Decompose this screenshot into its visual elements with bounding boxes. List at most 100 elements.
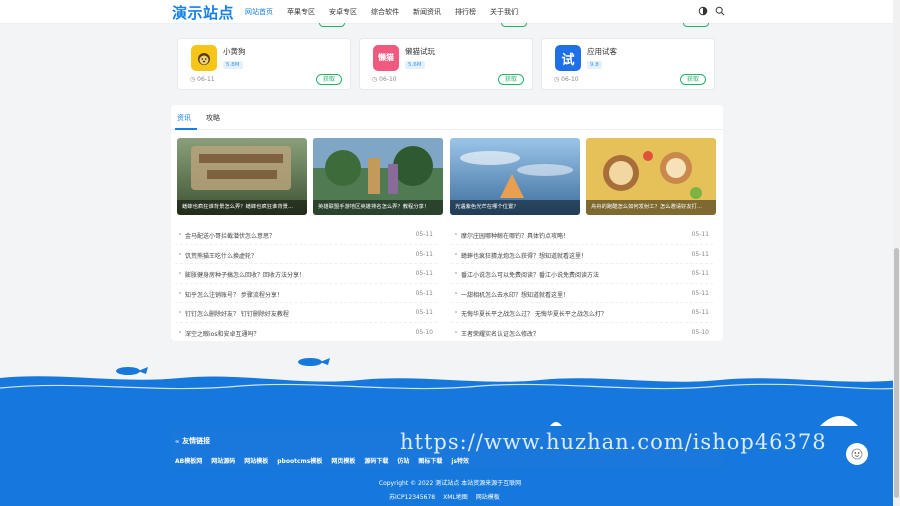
list-item[interactable]: 摩尔庄园哪种鲸在哪钓？具体钓点攻略！ 05-11 (451, 225, 713, 245)
news-date: 05-11 (691, 309, 709, 316)
friend-link[interactable]: 网站模板 (244, 456, 268, 465)
list-item[interactable]: 金马配送小哥拦截潜伏怎么意思？ 05-11 (175, 225, 437, 245)
theme-toggle-icon[interactable] (698, 6, 708, 16)
nav-item-android[interactable]: 安卓专区 (329, 7, 357, 17)
list-item[interactable]: 钉钉怎么删除好友？ 钉钉删除好友教程 05-11 (175, 303, 437, 323)
bullet-icon (455, 291, 457, 294)
nav-item-about[interactable]: 关于我们 (490, 7, 518, 17)
dog-icon (198, 53, 210, 65)
featured-caption: 英雄联盟手游地区英雄排名怎么弄？教程分享！ (313, 200, 443, 215)
news-title[interactable]: 摩尔庄园哪种鲸在哪钓？具体钓点攻略！ (461, 231, 569, 240)
list-item[interactable]: 番江小说怎么可以免费阅读？番江小说免费阅读方法 05-11 (451, 264, 713, 284)
featured-article[interactable]: 英雄联盟手游地区英雄排名怎么弄？教程分享！ (313, 138, 443, 215)
friend-link[interactable]: 网页模板 (331, 456, 355, 465)
news-title[interactable]: 番江小说怎么可以免费阅读？番江小说免费阅读方法 (461, 270, 599, 279)
news-date: 05-11 (691, 289, 709, 297)
app-icon: 试 (555, 45, 581, 71)
list-item[interactable]: 饥荒熊猫王吃什么换虚轮？ 05-11 (175, 245, 437, 264)
download-button-stub[interactable] (319, 23, 345, 27)
app-date-text: 06-10 (561, 76, 579, 83)
friend-link[interactable]: 图标下载 (418, 456, 442, 465)
news-title[interactable]: 无悔华夏长平之战怎么过？ 无悔华夏长平之战怎么打？ (461, 309, 607, 318)
news-date: 05-11 (691, 270, 709, 277)
list-item[interactable]: 无悔华夏长平之战怎么过？ 无悔华夏长平之战怎么打？ 05-11 (451, 303, 713, 323)
nav-item-software[interactable]: 综合软件 (371, 7, 399, 17)
app-date-text: 06-10 (379, 76, 397, 83)
news-date: 05-11 (415, 309, 433, 316)
download-button[interactable]: 获取 (498, 74, 524, 85)
app-card[interactable]: 小黄狗 5.8M ◷ 06-11 获取 (177, 38, 351, 90)
friend-link[interactable]: pbootcms模板 (277, 456, 322, 465)
bullet-icon (455, 311, 457, 313)
bullet-icon (179, 291, 181, 294)
download-button[interactable]: 获取 (680, 74, 706, 85)
news-date: 05-11 (415, 231, 433, 238)
link-icon: ∞ (175, 439, 180, 445)
news-title[interactable]: 知乎怎么注销账号？ 步骤流程分享！ (185, 290, 283, 299)
mascot-icon (851, 448, 863, 460)
app-name[interactable]: 懒猫试玩 (405, 46, 435, 57)
tab-news[interactable]: 资讯 (177, 113, 191, 123)
friend-link[interactable]: 源码下载 (364, 456, 388, 465)
tab-guides[interactable]: 攻略 (206, 113, 220, 123)
news-title[interactable]: 膨胀健身房种子搞怎么回收？回收方法分享！ (185, 270, 305, 279)
app-date: ◷ 06-11 (190, 76, 215, 83)
bullet-icon (455, 272, 457, 274)
active-tab-indicator (175, 128, 197, 130)
friend-link[interactable]: 网站源码 (211, 456, 235, 465)
scrollbar-thumb[interactable] (894, 248, 899, 498)
site-logo[interactable]: 演示站点 (172, 2, 234, 23)
featured-article[interactable]: 舟舟的跑酷怎么如何发射工？怎么邀请好友打... (586, 138, 716, 215)
news-title[interactable]: 一甜相机怎么去水印？想知道就看这里！ (461, 290, 569, 299)
friend-link[interactable]: js特效 (451, 456, 469, 465)
watermark: https://www.huzhan.com/ishop46378 (400, 430, 827, 454)
sitemap-link[interactable]: XML地图 (443, 492, 468, 501)
app-size-badge: 9.8 (587, 61, 602, 69)
news-date: 05-11 (415, 289, 433, 297)
nav-item-ranking[interactable]: 排行榜 (455, 7, 476, 17)
app-card[interactable]: 试 应用试客 9.8 ◷ 06-10 获取 (541, 38, 715, 90)
bullet-icon (179, 252, 181, 255)
news-title[interactable]: 钉钉怎么删除好友？ 钉钉删除好友教程 (185, 309, 289, 318)
app-size-badge: 5.6M (405, 61, 425, 69)
friend-link[interactable]: 仿站 (397, 456, 409, 465)
featured-caption: 蟋蟀也疯狂谁背景怎么弄？蟋蟀也疯狂谁背景... (177, 200, 307, 215)
news-date: 05-11 (691, 231, 709, 238)
friend-links-list: AB模板网 网站源码 网站模板 pbootcms模板 网页模板 源码下载 仿站 … (175, 456, 478, 465)
copyright: Copyright © 2022 测试站点 本站资源来源于互联网 (378, 480, 522, 487)
news-title[interactable]: 深空之眼ios和安卓互通吗？ (185, 329, 259, 338)
news-panel: 资讯 攻略 蟋蟀也疯狂谁背景怎么弄？蟋蟀也疯狂谁背景... 英雄联盟手游地区英雄… (171, 105, 723, 341)
nav-item-apple[interactable]: 苹果专区 (287, 7, 315, 17)
news-list-left: 金马配送小哥拦截潜伏怎么意思？ 05-11 饥荒熊猫王吃什么换虚轮？ 05-11 膨… (175, 225, 437, 342)
back-to-top-button[interactable] (846, 443, 868, 465)
news-title[interactable]: 蟋蟀也疯狂猜龙炮怎么获得？想知道就看这里！ (461, 251, 587, 260)
featured-article[interactable]: 蟋蟀也疯狂谁背景怎么弄？蟋蟀也疯狂谁背景... (177, 138, 307, 215)
list-item[interactable]: 膨胀健身房种子搞怎么回收？回收方法分享！ 05-11 (175, 264, 437, 284)
download-button-stub[interactable] (683, 23, 709, 27)
list-item[interactable]: 蟋蟀也疯狂猜龙炮怎么获得？想知道就看这里！ 05-11 (451, 245, 713, 264)
news-title[interactable]: 王者荣耀实名认证怎么修改？ (461, 329, 539, 338)
app-card-stub (177, 23, 351, 28)
app-name[interactable]: 应用试客 (587, 46, 617, 57)
app-card[interactable]: 懒猫 懒猫试玩 5.6M ◷ 06-10 获取 (359, 38, 533, 90)
bullet-icon (179, 311, 181, 313)
bullet-icon (179, 272, 181, 274)
download-button-stub[interactable] (501, 23, 527, 27)
news-date: 05-11 (691, 250, 709, 258)
app-icon-text: 试 (561, 52, 575, 68)
icp-link[interactable]: 苏ICP12345678 (389, 492, 435, 501)
nav-item-news[interactable]: 新闻资讯 (413, 7, 441, 17)
search-icon[interactable] (715, 6, 725, 16)
news-title[interactable]: 饥荒熊猫王吃什么换虚轮？ (185, 251, 257, 260)
friend-link[interactable]: AB模板网 (175, 456, 202, 465)
featured-article[interactable]: 光遇紫色光芒在哪个位置？ (450, 138, 580, 215)
news-title[interactable]: 金马配送小哥拦截潜伏怎么意思？ (185, 231, 275, 240)
bullet-icon (455, 252, 457, 255)
list-item[interactable]: 一甜相机怎么去水印？想知道就看这里！ 05-11 (451, 284, 713, 303)
app-name[interactable]: 小黄狗 (223, 46, 246, 57)
nav-item-home[interactable]: 网站首页 (245, 7, 273, 17)
templates-link[interactable]: 网站模板 (476, 492, 500, 501)
download-button[interactable]: 获取 (316, 74, 342, 85)
list-item[interactable]: 知乎怎么注销账号？ 步骤流程分享！ 05-11 (175, 284, 437, 303)
footer-bottom-links: 苏ICP12345678 XML地图 网站模板 (389, 492, 500, 501)
